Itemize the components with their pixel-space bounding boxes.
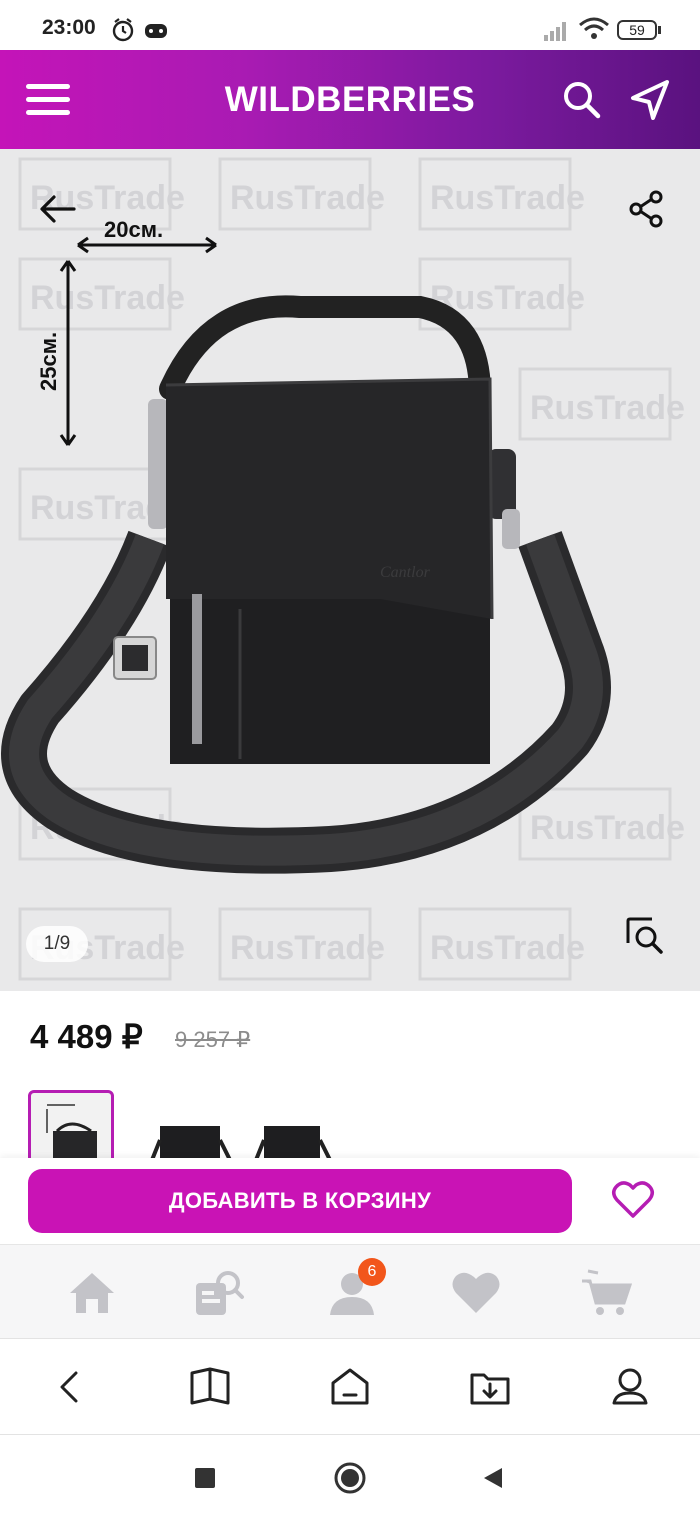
battery-tip <box>658 26 661 34</box>
thumbnail-2[interactable] <box>148 1090 234 1158</box>
downloads-folder-icon[interactable] <box>468 1365 512 1409</box>
catalog-search-icon[interactable] <box>190 1267 246 1319</box>
bottom-tab-bar: 6 <box>0 1244 700 1339</box>
alarm-and-game-icons <box>112 18 167 42</box>
bookmarks-book-icon[interactable] <box>188 1365 232 1409</box>
visual-search-icon[interactable] <box>622 913 666 957</box>
thumbnail-bag-icon <box>254 1126 332 1158</box>
status-bar: 23:00 59 <box>0 0 700 50</box>
status-time: 23:00 <box>42 16 96 39</box>
system-navigation-bar <box>0 1434 700 1519</box>
back-arrow-icon[interactable] <box>36 189 80 229</box>
browser-back-icon[interactable] <box>48 1365 92 1409</box>
svg-text:Cantlor: Cantlor <box>380 564 431 581</box>
home-icon[interactable] <box>64 1267 120 1319</box>
search-icon[interactable] <box>558 76 606 124</box>
browser-toolbar <box>0 1338 700 1435</box>
system-back-icon[interactable] <box>476 1461 510 1495</box>
add-to-cart-bar: ДОБАВИТЬ В КОРЗИНУ <box>0 1158 700 1244</box>
signal-icon <box>544 22 566 41</box>
thumbnail-strip <box>0 1088 700 1158</box>
profile-badge: 6 <box>358 1258 386 1286</box>
location-arrow-icon[interactable] <box>625 76 673 124</box>
battery-icon: 59 <box>617 20 657 40</box>
current-price: 4 489 ₽ <box>30 1018 143 1055</box>
thumbnail-3[interactable] <box>248 1090 334 1158</box>
account-icon[interactable] <box>608 1365 652 1409</box>
favorites-icon[interactable] <box>448 1267 504 1319</box>
width-dimension-label: 20см. <box>104 217 164 242</box>
thumbnail-1[interactable] <box>28 1090 114 1158</box>
recent-apps-icon[interactable] <box>188 1461 222 1495</box>
thumbnail-bag-icon <box>46 1104 97 1158</box>
favorite-heart-icon[interactable] <box>610 1178 656 1222</box>
image-counter: 1/9 <box>26 926 88 962</box>
share-icon[interactable] <box>624 187 668 231</box>
height-dimension-label: 25см. <box>36 331 61 391</box>
old-price: 9 257 ₽ <box>175 1027 251 1052</box>
add-to-cart-button[interactable]: ДОБАВИТЬ В КОРЗИНУ <box>28 1169 572 1233</box>
product-gallery[interactable]: RusTrade RusTrade RusTrade RusTrade RusTrad… <box>0 149 700 991</box>
browser-home-icon[interactable] <box>328 1365 372 1409</box>
thumbnail-bag-icon <box>150 1126 232 1158</box>
home-circle-icon[interactable] <box>333 1461 367 1495</box>
app-header: WILDBERRIES <box>0 50 700 149</box>
menu-icon[interactable] <box>22 76 74 122</box>
cart-icon[interactable] <box>578 1267 634 1319</box>
wifi-icon <box>579 17 609 39</box>
